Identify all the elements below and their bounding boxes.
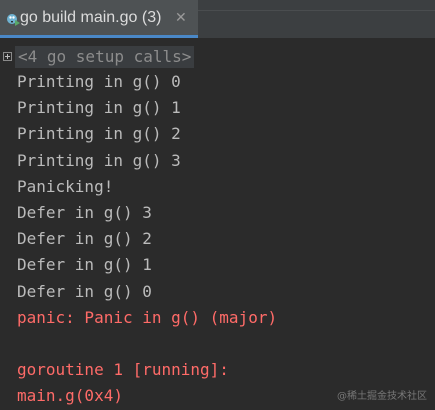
console-stdout-line: Defer in g() 2 bbox=[17, 229, 152, 249]
console-stdout-line: Printing in g() 3 bbox=[17, 150, 181, 170]
close-icon[interactable]: ✕ bbox=[175, 10, 187, 26]
console-stderr-line: main.g(0x4) bbox=[17, 386, 123, 406]
expand-fold-icon[interactable] bbox=[3, 52, 12, 61]
console-stderr-line: panic: Panic in g() (major) bbox=[17, 307, 278, 327]
console-stdout-line: Defer in g() 0 bbox=[17, 281, 152, 301]
run-console-window: go build main.go (3) ✕ <4 go setup calls… bbox=[0, 0, 435, 410]
console-stderr-line: goroutine 1 [running]: bbox=[17, 360, 229, 380]
console-stdout-line: Defer in g() 1 bbox=[17, 255, 152, 275]
folded-setup-calls[interactable]: <4 go setup calls> bbox=[0, 46, 200, 68]
console-stdout-line: Defer in g() 3 bbox=[17, 203, 152, 222]
go-run-icon bbox=[7, 14, 20, 26]
run-tab-bar: go build main.go (3) ✕ bbox=[0, 0, 435, 39]
console-stdout-line: Printing in g() 0 bbox=[17, 72, 181, 91]
console-output[interactable]: <4 go setup calls> Printing in g() 0 Prin… bbox=[0, 38, 435, 410]
console-stdout-line: Printing in g() 2 bbox=[17, 124, 181, 144]
run-tab[interactable]: go build main.go (3) ✕ bbox=[0, 0, 198, 38]
console-stdout-line: Printing in g() 1 bbox=[17, 98, 181, 118]
watermark: @稀土掘金技术社区 bbox=[337, 391, 427, 402]
console-stdout-line: Panicking! bbox=[17, 176, 114, 196]
run-tab-title: go build main.go (3) bbox=[20, 9, 162, 26]
fold-label[interactable]: <4 go setup calls> bbox=[15, 46, 195, 68]
tab-bar-empty-area bbox=[198, 0, 435, 11]
